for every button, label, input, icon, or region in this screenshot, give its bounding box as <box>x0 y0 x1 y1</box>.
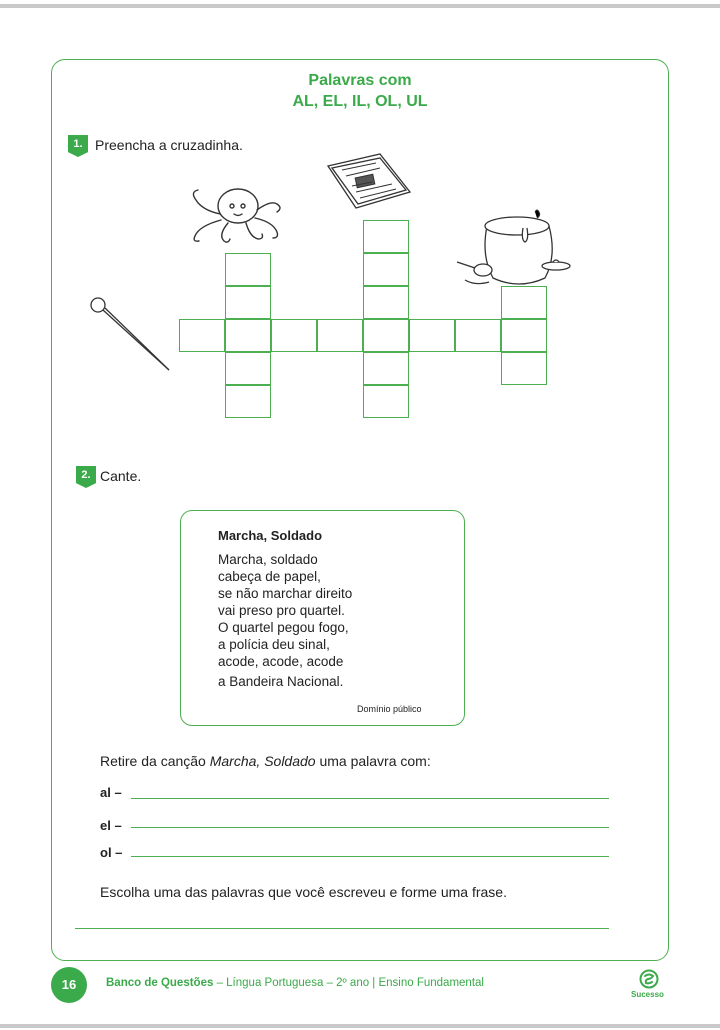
crossword-cell[interactable] <box>225 286 271 319</box>
footer-text: Banco de Questões – Língua Portuguesa – … <box>106 977 484 989</box>
sucesso-logo-icon <box>639 969 659 989</box>
page-title-line2: AL, EL, IL, OL, UL <box>292 93 428 110</box>
answer-line-ol[interactable] <box>131 856 609 858</box>
final-prompt: Escolha uma das palavras que você escrev… <box>100 884 507 900</box>
bottom-rule <box>0 1024 720 1028</box>
exercise-prompt-before: Retire da canção <box>100 753 210 769</box>
question-2-instruction: Cante. <box>100 468 142 484</box>
crossword-cell[interactable] <box>225 385 271 418</box>
song-line: se não marchar direito <box>218 586 353 601</box>
crossword-cell[interactable] <box>501 352 547 385</box>
song-line: vai preso pro quartel. <box>218 603 345 618</box>
crossword-cell[interactable] <box>271 319 317 352</box>
answer-line-el[interactable] <box>131 827 609 829</box>
newspaper-icon <box>326 153 412 209</box>
crossword-cell[interactable] <box>179 319 225 352</box>
song-line: a Bandeira Nacional. <box>218 674 344 689</box>
exercise-prompt-song: Marcha, Soldado <box>209 753 316 769</box>
label-al: al – <box>100 785 122 800</box>
song-line: a polícia deu sinal, <box>218 637 330 652</box>
song-line: Marcha, soldado <box>218 552 318 567</box>
exercise-prompt-after: uma palavra com: <box>315 753 431 769</box>
crossword-cell[interactable] <box>363 253 409 286</box>
answer-line-al[interactable] <box>131 798 609 800</box>
crossword-cell[interactable] <box>225 352 271 385</box>
crossword-cell[interactable] <box>409 319 455 352</box>
question-1-instruction: Preencha a cruzadinha. <box>95 137 243 153</box>
crossword-cell[interactable] <box>501 286 547 319</box>
exercise-prompt: Retire da canção Marcha, Soldado uma pal… <box>100 753 431 769</box>
top-rule <box>0 4 720 8</box>
footer-details: – Língua Portuguesa – 2º ano | Ensino Fu… <box>213 977 484 989</box>
label-el: el – <box>100 818 122 833</box>
crossword-cell[interactable] <box>363 319 409 352</box>
answer-line-sentence[interactable] <box>75 928 609 930</box>
honey-pot-icon <box>456 209 571 285</box>
crossword-cell[interactable] <box>317 319 363 352</box>
song-line: cabeça de papel, <box>218 569 321 584</box>
octopus-icon <box>192 188 281 243</box>
brand-name: Sucesso <box>631 990 664 999</box>
crossword-cell[interactable] <box>363 385 409 418</box>
crossword-cell[interactable] <box>501 319 547 352</box>
page-title-line1: Palavras com <box>308 72 412 89</box>
pin-icon <box>90 297 170 371</box>
crossword-cell[interactable] <box>363 352 409 385</box>
page-number: 16 <box>51 967 87 1003</box>
crossword-cell[interactable] <box>225 253 271 286</box>
song-source: Domínio público <box>357 704 422 714</box>
crossword-cell[interactable] <box>363 220 409 253</box>
crossword-cell[interactable] <box>363 286 409 319</box>
label-ol: ol – <box>100 845 123 860</box>
crossword-cell[interactable] <box>455 319 501 352</box>
song-line: acode, acode, acode <box>218 654 344 669</box>
song-line: O quartel pegou fogo, <box>218 620 349 635</box>
footer-book-title: Banco de Questões <box>106 977 214 989</box>
song-title: Marcha, Soldado <box>218 528 323 543</box>
crossword-cell[interactable] <box>225 319 271 352</box>
